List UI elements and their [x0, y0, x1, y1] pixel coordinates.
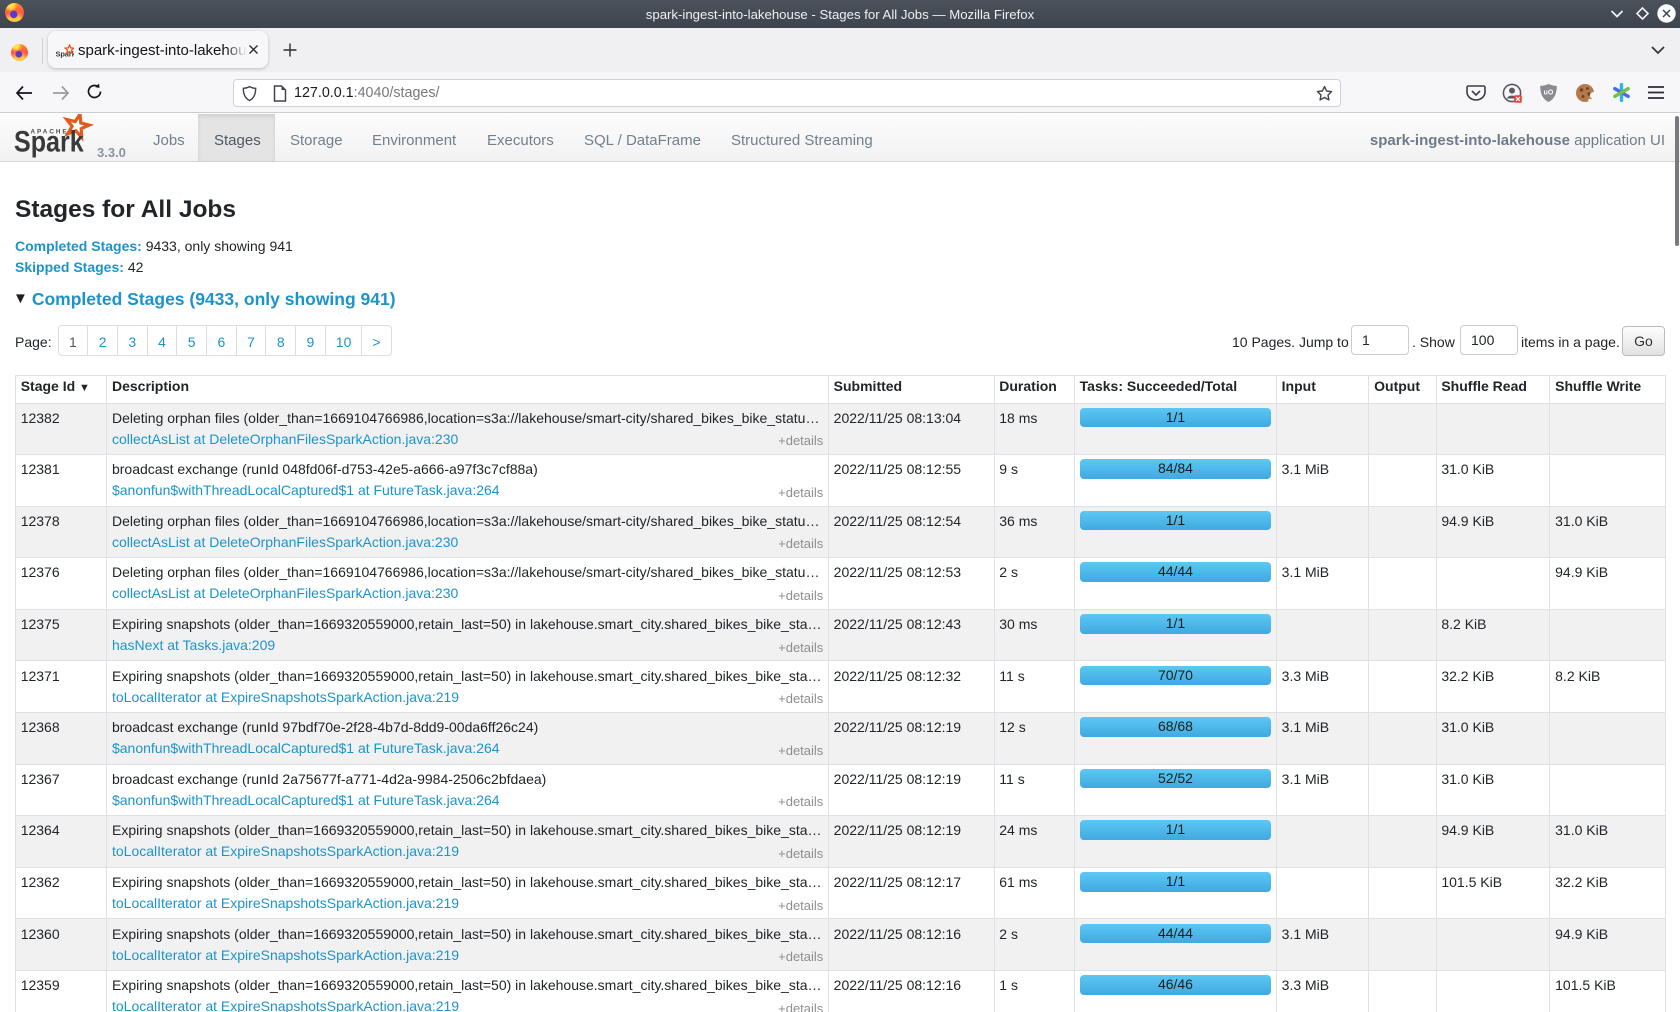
svg-text:Spark: Spark — [14, 125, 84, 158]
svg-text:uO: uO — [1544, 90, 1554, 97]
